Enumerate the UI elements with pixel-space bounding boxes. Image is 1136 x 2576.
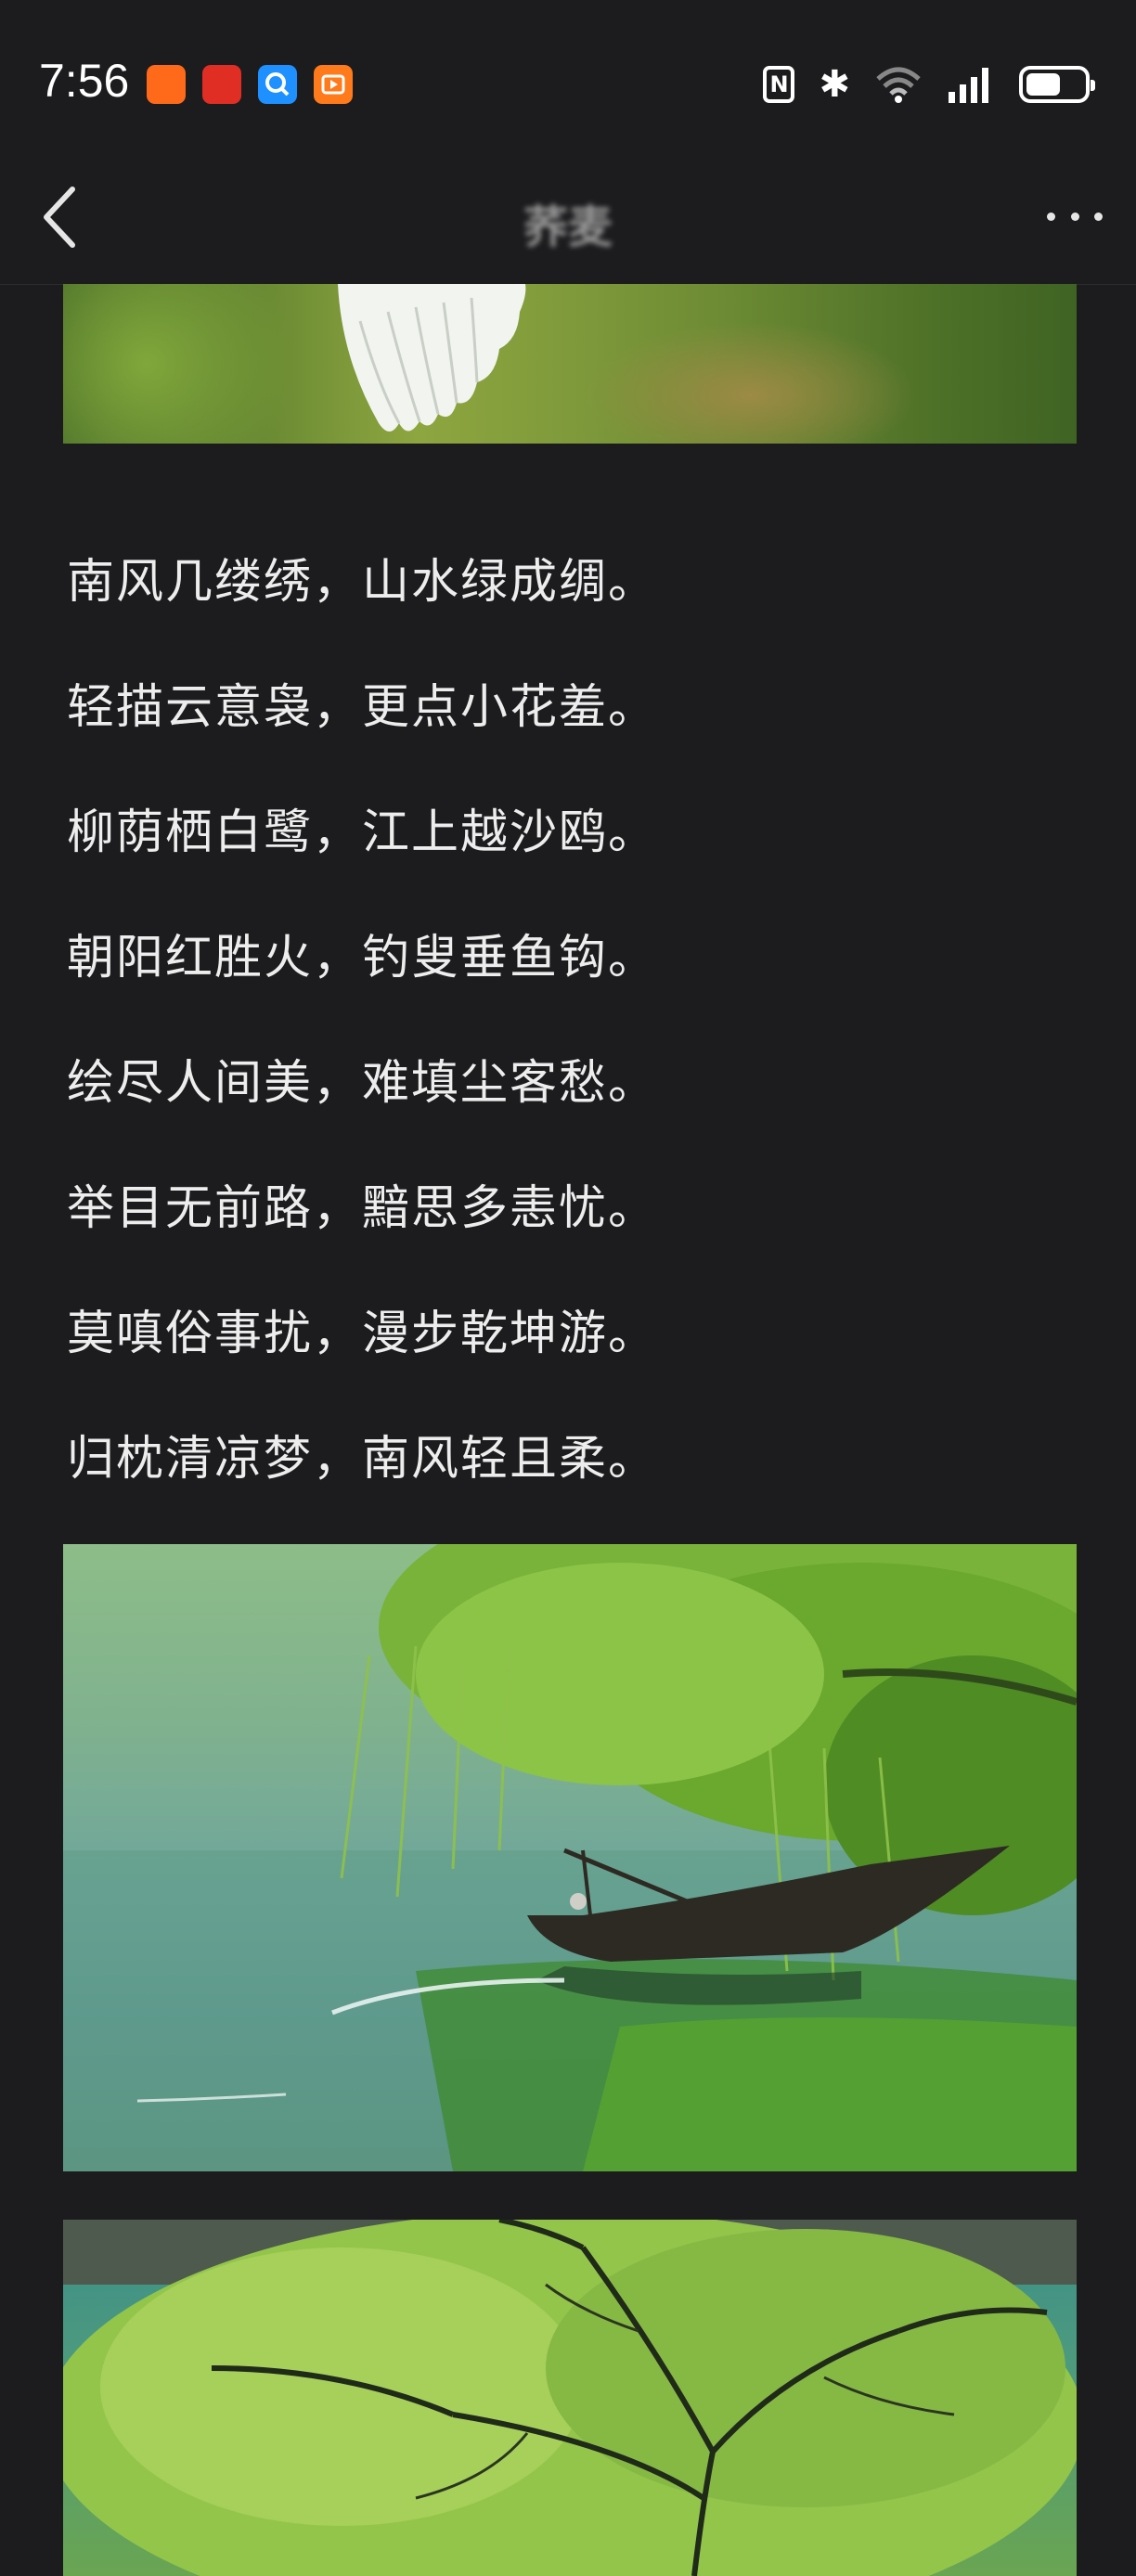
pinduoduo-app-icon bbox=[202, 65, 241, 104]
poem-line: 朝阳红胜火，钓叟垂鱼钩。 bbox=[67, 931, 658, 985]
boat-willow-photo[interactable] bbox=[63, 1544, 1077, 2171]
more-dot-icon bbox=[1070, 212, 1079, 221]
status-time: 7:56 bbox=[39, 55, 130, 107]
video-app-icon bbox=[314, 65, 353, 104]
bluetooth-icon: ✱ bbox=[819, 63, 850, 106]
battery-icon bbox=[1019, 66, 1095, 103]
poem-line: 轻描云意袅，更点小花羞。 bbox=[67, 680, 658, 735]
taobao-app-icon bbox=[147, 65, 186, 104]
poem-line: 绘尽人间美，难填尘客愁。 bbox=[67, 1056, 658, 1111]
nfc-icon: N bbox=[763, 66, 795, 103]
status-bar: 7:56 N ✱ bbox=[0, 0, 1136, 148]
poem-line: 归枕清凉梦，南风轻且柔。 bbox=[67, 1432, 658, 1487]
egret-wing-shape bbox=[338, 284, 526, 431]
more-options-button[interactable] bbox=[1047, 202, 1103, 230]
page-title: 荞麦 bbox=[523, 201, 613, 253]
more-dot-icon bbox=[1094, 212, 1103, 221]
poem-line: 柳荫栖白鹭，江上越沙鸥。 bbox=[67, 805, 658, 860]
nav-bar: 荞麦 bbox=[0, 148, 1136, 285]
wifi-icon bbox=[876, 67, 921, 103]
egret-photo bbox=[63, 284, 1077, 444]
more-dot-icon bbox=[1047, 212, 1055, 221]
browser-app-icon bbox=[258, 65, 297, 104]
poem-text: 南风几缕绣，山水绿成绸。 轻描云意袅，更点小花羞。 柳荫栖白鹭，江上越沙鸥。 朝… bbox=[67, 520, 657, 1522]
flowering-tree-photo[interactable] bbox=[63, 2220, 1077, 2576]
poem-line: 南风几缕绣，山水绿成绸。 bbox=[67, 555, 658, 610]
signal-icon bbox=[949, 68, 988, 103]
status-indicators: N ✱ bbox=[763, 63, 1095, 106]
poem-line: 莫嗔俗事扰，漫步乾坤游。 bbox=[67, 1307, 658, 1361]
poem-line: 举目无前路，黯思多恚忧。 bbox=[67, 1181, 658, 1236]
